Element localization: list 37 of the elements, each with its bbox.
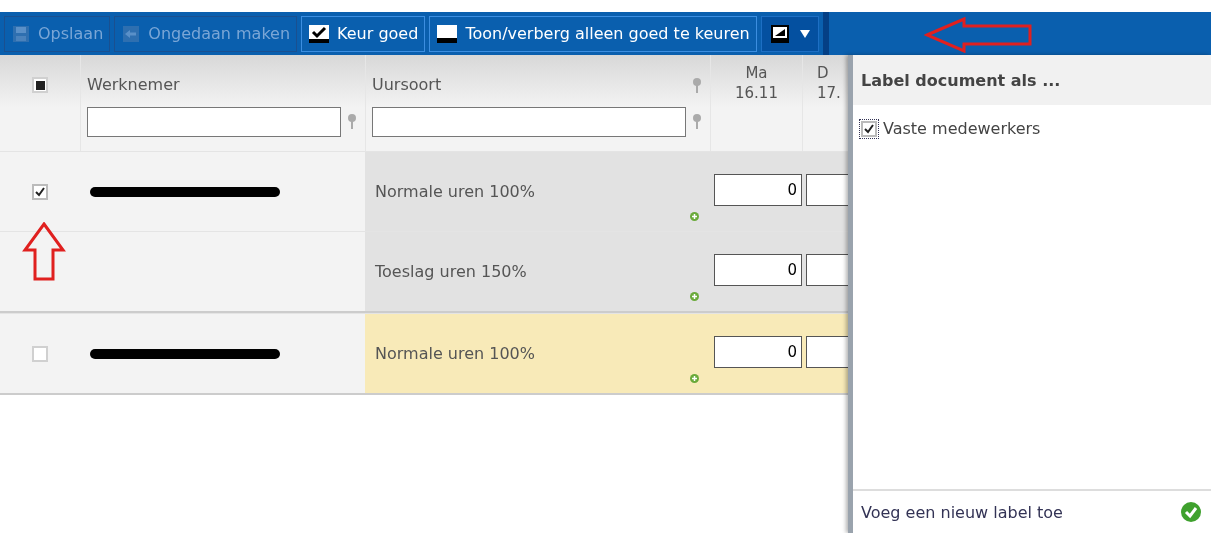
filter-field[interactable] <box>87 107 341 137</box>
add-label-link[interactable]: Voeg een nieuw label toe <box>861 502 1063 522</box>
label-icon <box>769 23 790 44</box>
date-header: 17. <box>817 83 841 103</box>
day-header: Ma <box>745 63 768 83</box>
add-icon[interactable] <box>690 212 699 221</box>
hours-field[interactable]: 0 <box>714 253 802 286</box>
panel-title: Label document als ... <box>853 55 1211 105</box>
hours-field[interactable]: 0 <box>714 173 802 206</box>
tray-icon <box>436 23 459 44</box>
label-option[interactable]: Vaste medewerkers <box>883 119 1041 138</box>
filter-field[interactable] <box>372 107 686 137</box>
row-checkbox[interactable] <box>32 345 48 362</box>
check-circle-icon[interactable] <box>1181 502 1201 522</box>
pin-icon[interactable] <box>692 114 702 130</box>
approve-button[interactable]: Keur goed <box>301 15 426 52</box>
add-icon[interactable] <box>690 292 699 301</box>
select-all-checkbox[interactable] <box>32 77 48 93</box>
hour-type-cell: Normale uren 100% <box>365 314 710 393</box>
annotation-arrow-drawing <box>22 222 66 282</box>
label-menu-button[interactable] <box>760 15 819 52</box>
column-header: Werknemer <box>87 75 181 96</box>
hours-field[interactable]: 0 <box>714 335 802 368</box>
column-header: Uursoort <box>372 75 442 96</box>
label-checkbox[interactable] <box>861 120 877 137</box>
day-header: D <box>817 63 829 83</box>
toggle-button[interactable]: Toon/verberg alleen goed te keuren <box>429 15 757 52</box>
row-checkbox[interactable] <box>32 183 48 200</box>
pin-icon[interactable] <box>692 78 702 94</box>
caret-icon <box>799 29 810 38</box>
checkbox-check-icon <box>308 23 331 44</box>
date-header: 16.11 <box>735 83 778 103</box>
add-icon[interactable] <box>690 374 699 383</box>
pin-icon[interactable] <box>347 114 357 130</box>
hour-type-cell: Normale uren 100% <box>365 152 710 231</box>
hour-type-cell: Toeslag uren 150% <box>365 232 710 311</box>
undo-icon <box>121 23 142 44</box>
